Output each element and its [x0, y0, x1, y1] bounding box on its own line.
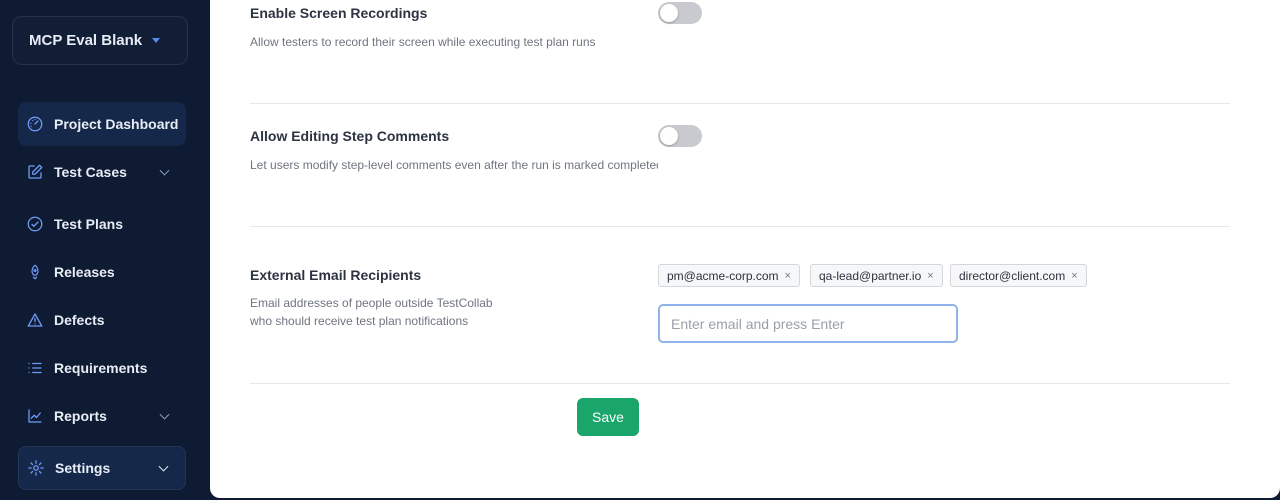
- gear-icon: [27, 459, 45, 477]
- editing-step-comments-title: Allow Editing Step Comments: [250, 128, 450, 144]
- email-input[interactable]: [658, 304, 958, 343]
- editing-step-comments-description: Let users modify step-level comments eve…: [250, 158, 658, 172]
- email-recipient-text: pm@acme-corp.com: [667, 268, 779, 283]
- external-email-title: External Email Recipients: [250, 267, 422, 283]
- chevron-down-icon: [158, 461, 169, 472]
- rocket-icon: [26, 263, 44, 281]
- sidebar-item-label: Requirements: [54, 360, 148, 376]
- sidebar-item-requirements[interactable]: Requirements: [18, 346, 186, 390]
- save-button[interactable]: Save: [577, 398, 639, 436]
- sidebar-item-label: Releases: [54, 264, 115, 280]
- screen-recordings-title: Enable Screen Recordings: [250, 5, 428, 21]
- sidebar-item-label: Settings: [55, 460, 111, 476]
- divider: [250, 383, 1230, 384]
- email-recipient-tag: pm@acme-corp.com ×: [658, 264, 800, 287]
- project-name: MCP Eval Blank: [29, 32, 143, 49]
- remove-tag-icon[interactable]: ×: [927, 270, 933, 282]
- sidebar-item-settings[interactable]: Settings: [18, 446, 186, 490]
- sidebar-item-label: Defects: [54, 312, 105, 328]
- sidebar: MCP Eval Blank Project Dashboard Test Ca…: [0, 0, 200, 500]
- remove-tag-icon[interactable]: ×: [1071, 270, 1077, 282]
- email-recipient-tag: director@client.com ×: [950, 264, 1087, 287]
- toggle-knob: [660, 4, 678, 22]
- email-recipient-text: qa-lead@partner.io: [819, 268, 922, 283]
- email-recipient-text: director@client.com: [959, 268, 1066, 283]
- toggle-knob: [660, 127, 678, 145]
- check-circle-icon: [26, 215, 44, 233]
- sidebar-item-label: Test Cases: [54, 164, 127, 180]
- sidebar-item-project-dashboard[interactable]: Project Dashboard: [18, 102, 186, 146]
- remove-tag-icon[interactable]: ×: [785, 270, 791, 282]
- caret-down-icon: [152, 38, 161, 43]
- gauge-icon: [26, 115, 44, 133]
- sidebar-item-label: Test Plans: [54, 216, 123, 232]
- divider: [250, 226, 1230, 227]
- chart-line-icon: [26, 407, 44, 425]
- settings-panel: Enable Screen Recordings Allow testers t…: [210, 0, 1280, 498]
- sidebar-item-defects[interactable]: Defects: [18, 298, 186, 342]
- screen-recordings-description: Allow testers to record their screen whi…: [250, 35, 596, 49]
- external-email-description-line1: Email addresses of people outside TestCo…: [250, 296, 493, 310]
- warning-icon: [26, 311, 44, 329]
- external-email-description-line2: who should receive test plan notificatio…: [250, 314, 469, 328]
- sidebar-item-reports[interactable]: Reports: [18, 394, 186, 438]
- project-switcher[interactable]: MCP Eval Blank: [12, 16, 188, 65]
- screen-recordings-toggle[interactable]: [658, 2, 702, 24]
- sidebar-item-test-plans[interactable]: Test Plans: [18, 202, 186, 246]
- chevron-down-icon: [159, 409, 170, 420]
- chevron-down-icon: [159, 165, 170, 176]
- edit-icon: [26, 163, 44, 181]
- sidebar-item-label: Reports: [54, 408, 107, 424]
- sidebar-item-label: Project Dashboard: [54, 116, 179, 132]
- list-icon: [26, 359, 44, 377]
- divider: [250, 103, 1230, 104]
- sidebar-item-test-cases[interactable]: Test Cases: [18, 150, 186, 194]
- email-recipient-tag: qa-lead@partner.io ×: [810, 264, 943, 287]
- editing-step-comments-toggle[interactable]: [658, 125, 702, 147]
- sidebar-item-releases[interactable]: Releases: [18, 250, 186, 294]
